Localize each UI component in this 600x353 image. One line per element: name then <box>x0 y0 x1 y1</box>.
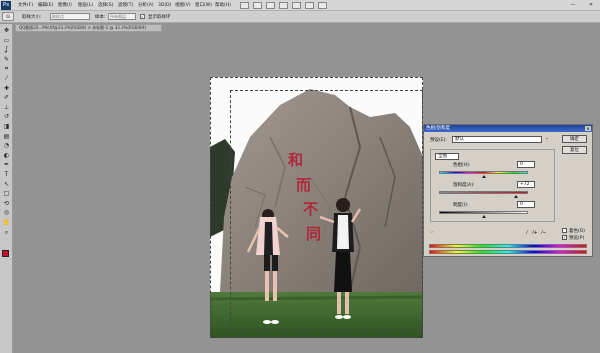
preset-options-icon[interactable]: ⌄ <box>545 136 549 141</box>
sample-select[interactable]: 所有图层 <box>108 13 136 20</box>
dodge-tool-icon[interactable]: ◐ <box>2 152 11 160</box>
zoom-level-icon[interactable] <box>266 2 275 9</box>
input-color-spectrum <box>429 244 587 248</box>
menu-edit[interactable]: 编辑(E) <box>38 2 53 10</box>
saturation-slider[interactable] <box>439 191 528 194</box>
saturation-label: 饱和度(A): <box>453 183 475 188</box>
document-canvas[interactable]: 和 而 不 同 <box>210 77 423 338</box>
menu-3d[interactable]: 3D(D) <box>158 2 171 10</box>
add-to-sample-eyedropper-icon[interactable]: ⁄+ <box>532 230 538 236</box>
crop-tool-icon[interactable]: ⌗ <box>2 65 11 73</box>
menu-layer[interactable]: 图层(L) <box>78 2 93 10</box>
dialog-close-icon[interactable]: ✕ <box>585 126 591 131</box>
options-bar: ⊙ 取样大小: 取样点 样本: 所有图层 ✓ 显示取样环 <box>0 11 600 23</box>
sample-label: 样本: <box>95 15 106 20</box>
3d-rotate-tool-icon[interactable]: ⟲ <box>2 200 11 208</box>
menu-select[interactable]: 选择(S) <box>98 2 113 10</box>
rotate-view-icon[interactable] <box>292 2 301 9</box>
lightness-input[interactable]: 0 <box>517 201 535 208</box>
sample-size-label: 取样大小: <box>22 15 42 20</box>
adjustment-group: 全图 色相(H): 0 饱和度(A): +72 明度(I): 0 <box>430 149 555 222</box>
show-sampling-ring-checkbox[interactable]: ✓ <box>140 14 145 19</box>
saturation-slider-thumb[interactable] <box>513 195 518 198</box>
move-tool-icon[interactable]: ✥ <box>2 27 11 35</box>
gradient-tool-icon[interactable]: ▤ <box>2 133 11 141</box>
dialog-title: 色相/饱和度 <box>424 125 592 132</box>
hue-input[interactable]: 0 <box>517 161 535 168</box>
preview-label: 预览(P) <box>569 236 585 241</box>
menu-analysis[interactable]: 分析(A) <box>138 2 154 10</box>
show-sampling-ring-label: 显示取样环 <box>148 15 171 20</box>
menu-window[interactable]: 窗口(W) <box>195 2 212 10</box>
channel-select[interactable]: 全图 <box>435 153 459 160</box>
zoom-tool-icon[interactable]: ⌕ <box>2 229 11 237</box>
bridge-icon[interactable] <box>240 2 249 9</box>
history-brush-tool-icon[interactable]: ↺ <box>2 113 11 121</box>
subtract-from-sample-eyedropper-icon[interactable]: ⁄− <box>541 230 547 236</box>
clone-stamp-tool-icon[interactable]: ⊥ <box>2 104 11 112</box>
menu-image[interactable]: 图像(I) <box>58 2 72 10</box>
preview-checkbox[interactable]: ✓ <box>562 235 567 240</box>
eyedropper-icon[interactable]: ⁄ <box>524 230 530 236</box>
menu-file[interactable]: 文件(F) <box>18 2 33 10</box>
foreground-color-swatch[interactable] <box>2 250 9 257</box>
reset-button[interactable]: 复位 <box>562 146 587 154</box>
quick-select-tool-icon[interactable]: ✎ <box>2 56 11 64</box>
eraser-tool-icon[interactable]: ◨ <box>2 123 11 131</box>
screen-mode-icon[interactable] <box>318 2 327 9</box>
toolbox: ✥ ▭ ʆ ✎ ⌗ ⁄ ✚ ✐ ⊥ ↺ ◨ ▤ ◔ ◐ ✒ T ↖ □ ⟲ ◎ ✋ ⌕ <box>0 24 13 353</box>
menu-filter[interactable]: 滤镜(T) <box>118 2 133 10</box>
output-color-spectrum <box>429 250 587 254</box>
colorize-label: 着色(O) <box>569 229 586 234</box>
shape-tool-icon[interactable]: □ <box>2 190 11 198</box>
hue-slider[interactable] <box>439 171 528 174</box>
hue-label: 色相(H): <box>453 163 471 168</box>
pen-tool-icon[interactable]: ✒ <box>2 161 11 169</box>
hue-slider-thumb[interactable] <box>481 175 486 178</box>
close-icon[interactable]: ✕ <box>586 1 596 9</box>
colorize-checkbox[interactable] <box>562 228 567 233</box>
path-select-tool-icon[interactable]: ↖ <box>2 181 11 189</box>
lasso-tool-icon[interactable]: ʆ <box>2 46 11 54</box>
document-tab[interactable]: QQ截图20...MH.tif@33.3%(RGB/8) × 未标题-1 @ 3… <box>15 24 162 32</box>
preset-select[interactable]: 默认 <box>452 136 542 143</box>
saturation-input[interactable]: +72 <box>517 181 535 188</box>
hue-saturation-dialog: 色相/饱和度 ✕ 预设(E): 默认 ⌄ 确定 复位 全图 色相(H): 0 饱… <box>423 124 593 257</box>
selection-marquee-inner <box>230 90 423 330</box>
menu-bar: Ps 文件(F) 编辑(E) 图像(I) 图层(L) 选择(S) 滤镜(T) 分… <box>0 0 600 11</box>
blur-tool-icon[interactable]: ◔ <box>2 142 11 150</box>
hand-adjust-icon[interactable]: ☞ <box>430 230 434 235</box>
tool-preset-picker[interactable]: ⊙ <box>2 12 14 21</box>
arrange-documents-icon[interactable] <box>305 2 314 9</box>
minimize-icon[interactable]: — <box>568 1 578 9</box>
menu-view[interactable]: 视图(V) <box>175 2 191 10</box>
ok-button[interactable]: 确定 <box>562 135 587 143</box>
lightness-slider[interactable] <box>439 211 528 214</box>
eyedropper-tool-icon[interactable]: ⁄ <box>2 75 11 83</box>
healing-tool-icon[interactable]: ✚ <box>2 85 11 93</box>
3d-orbit-tool-icon[interactable]: ◎ <box>2 209 11 217</box>
lightness-label: 明度(I): <box>453 203 469 208</box>
mini-bridge-icon[interactable] <box>253 2 262 9</box>
photoshop-logo-icon: Ps <box>1 1 11 10</box>
hand-tool-icon[interactable]: ✋ <box>2 219 11 227</box>
lightness-slider-thumb[interactable] <box>481 215 486 218</box>
preset-label: 预设(E): <box>430 138 447 143</box>
hand-view-icon[interactable] <box>279 2 288 9</box>
marquee-tool-icon[interactable]: ▭ <box>2 37 11 45</box>
type-tool-icon[interactable]: T <box>2 171 11 179</box>
menu-help[interactable]: 帮助(H) <box>215 2 231 10</box>
brush-tool-icon[interactable]: ✐ <box>2 94 11 102</box>
sample-size-select[interactable]: 取样点 <box>50 13 90 20</box>
